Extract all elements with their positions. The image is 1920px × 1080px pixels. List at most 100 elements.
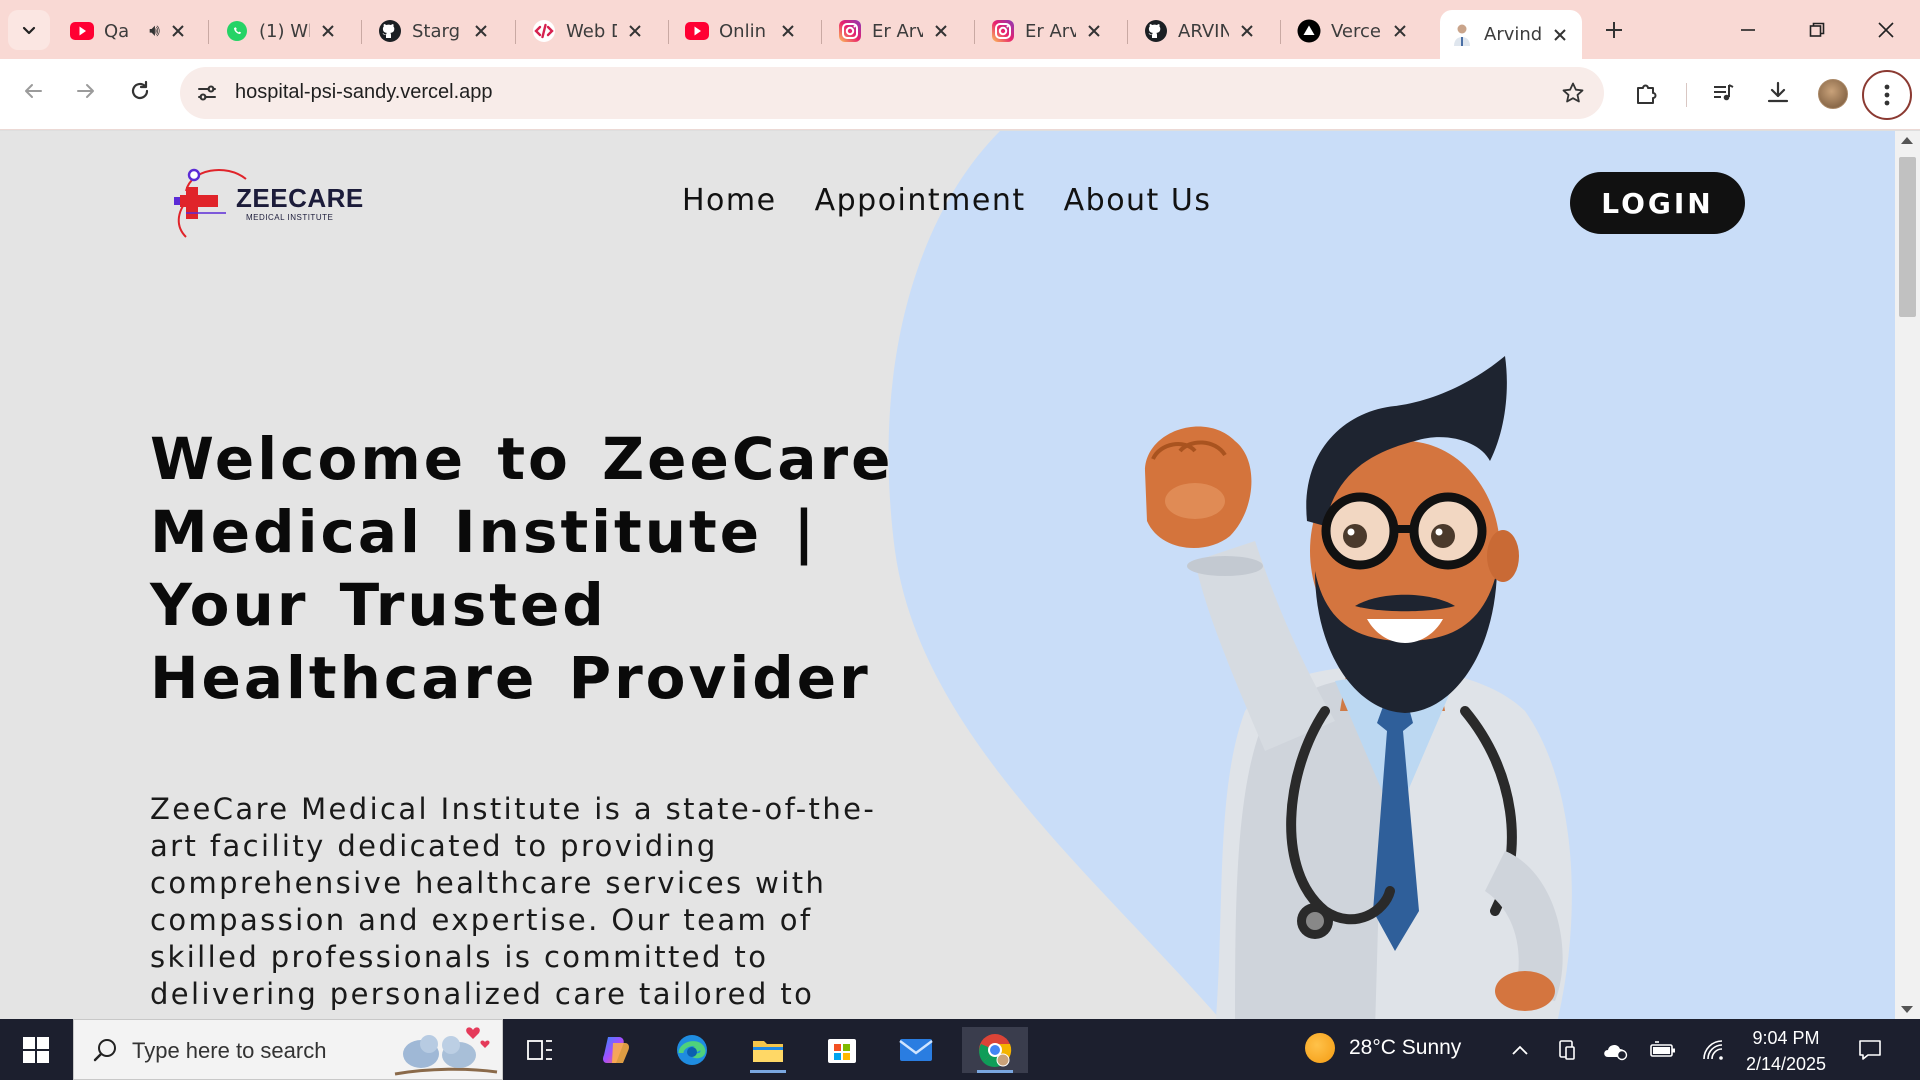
start-button[interactable] [12,1033,60,1067]
address-bar[interactable]: hospital-psi-sandy.vercel.app [180,67,1604,119]
edge-button[interactable] [664,1027,720,1073]
device-icon [1559,1040,1575,1060]
microsoft-store-button[interactable] [814,1027,870,1073]
minimize-icon [1741,29,1755,31]
page-viewport: ZEECARE MEDICAL INSTITUTE Home Appointme… [0,131,1895,1019]
arrow-right-icon [77,84,94,98]
taskbar-search-box[interactable]: Type here to search [73,1019,503,1080]
tab-9-active[interactable]: Arvind [1440,10,1582,59]
nav-link-appointment[interactable]: Appointment [815,183,1026,218]
scroll-up-arrow-icon[interactable] [1901,137,1913,144]
zeecare-logo[interactable]: ZEECARE MEDICAL INSTITUTE [166,161,363,241]
tab-title: Er Arv [1025,20,1076,42]
tab-divider [1127,20,1128,44]
file-explorer-icon [753,1041,783,1062]
weather-text: 28°C Sunny [1349,1036,1462,1059]
tab-title: Er Arv [872,20,923,42]
instagram-icon [838,19,862,43]
copilot-button[interactable] [588,1027,644,1073]
close-icon[interactable] [1548,23,1572,47]
wifi-icon [1703,1040,1723,1060]
back-button[interactable] [13,71,53,111]
close-icon[interactable] [1388,19,1412,43]
close-icon [1878,22,1894,38]
tab-1[interactable]: (1) Wl [215,10,350,52]
tab-4[interactable]: Onlin [675,10,810,52]
instagram-icon [991,19,1015,43]
tab-title: Qa [104,20,130,42]
youtube-icon [70,19,94,43]
tab-divider [1280,20,1281,44]
login-button[interactable]: LOGIN [1570,172,1745,234]
tab-5[interactable]: Er Arv [828,10,963,52]
whatsapp-icon [225,19,249,43]
chrome-button[interactable] [962,1027,1028,1073]
scroll-down-arrow-icon[interactable] [1901,1006,1913,1013]
kebab-menu-icon [1884,84,1890,106]
show-hidden-icons-button[interactable] [1505,1035,1535,1065]
tab-7[interactable]: ARVIN [1134,10,1269,52]
mail-button[interactable] [888,1027,944,1073]
tab-8[interactable]: Vercel [1287,10,1422,52]
active-app-indicator [750,1070,786,1073]
close-icon[interactable] [929,19,953,43]
downloads-button[interactable] [1760,75,1796,111]
system-clock[interactable]: 9:04 PM 2/14/2025 [1738,1025,1834,1077]
puzzle-icon [1637,84,1657,104]
active-app-indicator [977,1070,1013,1073]
extensions-button[interactable] [1629,75,1665,111]
media-control-button[interactable] [1706,75,1742,111]
close-icon[interactable] [469,19,493,43]
nav-link-about-us[interactable]: About Us [1064,183,1212,218]
chevron-down-icon [22,26,36,35]
page-scrollbar[interactable] [1895,131,1920,1019]
task-view-button[interactable] [512,1027,568,1073]
arrow-left-icon [25,84,42,98]
close-icon[interactable] [316,19,340,43]
browser-menu-button[interactable] [1862,70,1912,120]
forward-button[interactable] [66,71,106,111]
plus-icon [1606,22,1622,38]
doctor-illustration [1145,356,1572,1019]
tab-search-button[interactable] [8,10,50,50]
battery-button[interactable] [1648,1035,1678,1065]
close-icon[interactable] [1082,19,1106,43]
toolbar-divider [1686,83,1687,107]
tab-0[interactable]: Qa 🔊︎ [60,10,200,52]
close-window-button[interactable] [1863,8,1909,52]
profile-avatar[interactable] [1818,79,1848,109]
windows-taskbar: Type here to search 28°C Sunny 9:04 PM 2… [0,1019,1920,1080]
main-navigation: Home Appointment About Us [682,183,1211,218]
sun-icon [1305,1033,1335,1063]
restore-button[interactable] [1794,8,1840,52]
nav-link-home[interactable]: Home [682,183,777,218]
notifications-button[interactable] [1855,1035,1885,1065]
close-icon[interactable] [166,19,190,43]
network-button[interactable] [1698,1035,1728,1065]
chevron-up-icon [1512,1045,1528,1055]
weather-widget[interactable]: 28°C Sunny [1305,1033,1461,1063]
close-icon[interactable] [1235,19,1259,43]
chrome-icon [979,1034,1012,1067]
tab-2[interactable]: Starg [368,10,503,52]
new-tab-button[interactable] [1598,14,1630,46]
reload-button[interactable] [120,71,160,111]
tab-title: Web D [566,20,617,42]
windows-logo-icon [23,1037,49,1063]
meet-now-button[interactable] [1552,1035,1582,1065]
scrollbar-thumb[interactable] [1899,157,1916,317]
close-icon[interactable] [623,19,647,43]
tab-6[interactable]: Er Arv [981,10,1116,52]
tab-3[interactable]: Web D [522,10,657,52]
close-icon[interactable] [776,19,800,43]
site-info-icon[interactable] [194,80,220,106]
download-icon [1767,81,1789,103]
bookmark-star-icon[interactable] [1560,80,1586,106]
speaker-icon[interactable]: 🔊︎ [149,21,160,41]
file-explorer-button[interactable] [740,1027,796,1073]
tab-title: Onlin [719,20,766,42]
tab-strip: Qa 🔊︎ (1) Wl Starg Web D Onlin Er Arv [0,0,1920,59]
minimize-button[interactable] [1725,8,1771,52]
onedrive-button[interactable] [1600,1035,1630,1065]
url-text[interactable]: hospital-psi-sandy.vercel.app [235,81,493,104]
